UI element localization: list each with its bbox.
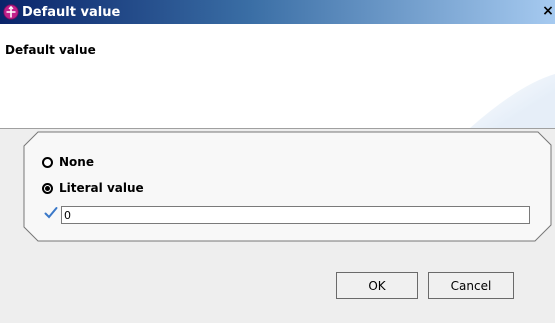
title-bar[interactable]: Default value × (0, 0, 555, 24)
window-title: Default value (22, 4, 121, 20)
cancel-button[interactable]: Cancel (428, 272, 514, 299)
literal-value-input[interactable] (61, 206, 530, 224)
radio-literal-indicator[interactable] (42, 182, 53, 194)
dialog-window: Default value × Default value None Liter… (0, 0, 555, 323)
radio-selected-dot (45, 185, 50, 191)
dialog-banner: Default value (0, 24, 555, 128)
banner-decoration (470, 74, 555, 128)
banner-title: Default value (5, 43, 96, 57)
radio-literal-label: Literal value (59, 181, 144, 195)
radio-literal-value[interactable]: Literal value (42, 181, 144, 195)
checkmark-icon (44, 207, 58, 219)
radio-none-label: None (59, 155, 94, 169)
close-button[interactable]: × (541, 2, 555, 20)
radio-none-indicator[interactable] (42, 156, 53, 168)
app-icon (3, 4, 19, 20)
radio-none[interactable]: None (42, 155, 94, 169)
ok-button[interactable]: OK (336, 272, 418, 299)
